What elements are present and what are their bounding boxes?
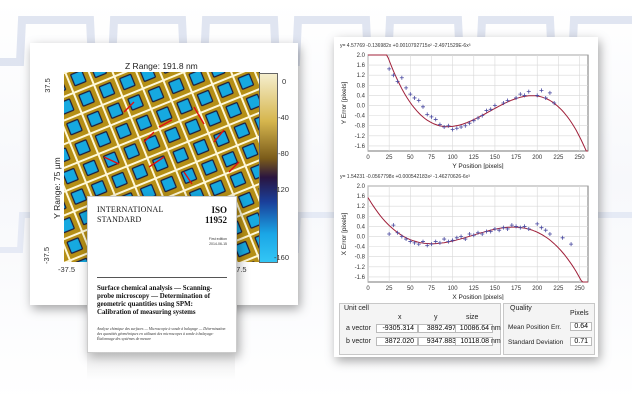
b-vector-unit: nm [491, 338, 501, 345]
y-axis-label: X Error [pixels] [341, 212, 348, 255]
iso-edition-line2: 2014-06-15 [209, 242, 227, 246]
iso-subtitle: Analyse chimique des surfaces — Microsco… [97, 327, 226, 341]
a-vector-size: 10086.64 [455, 324, 493, 333]
iso-edition-line1: First edition [208, 237, 227, 241]
x-tick-label: 0 [366, 286, 370, 292]
x-tick-label: 100 [448, 286, 459, 292]
x-tick-label: 250 [575, 286, 586, 292]
quality-col-pixels: Pixels [570, 310, 589, 317]
a-vector-x: -9305.314 [376, 324, 418, 333]
iso-divider [97, 277, 227, 278]
unit-cell-panel: Unit cell x y size a vector -9305.314 38… [339, 303, 501, 355]
x-tick-label: 175 [511, 286, 522, 292]
colorbar-tick-0: 0 [282, 77, 287, 86]
a-vector-unit: nm [491, 325, 501, 332]
y-tick-label: -1.6 [355, 275, 366, 281]
iso-header-left-1: INTERNATIONAL [97, 205, 164, 214]
unit-cell-title: Unit cell [344, 305, 369, 312]
x-tick-label: 100 [448, 155, 459, 161]
y-tick-label: -0.4 [355, 114, 366, 120]
calibration-results-card: y= 4.57769 -0.136982x +0.0010792715x² -2… [334, 37, 598, 357]
spm-colorbar [259, 73, 278, 263]
y-tick-label: 0.0 [357, 235, 366, 241]
quality-title: Quality [510, 305, 532, 312]
y-tick-label: 2.0 [357, 53, 366, 59]
y-tick-label: 0.8 [357, 214, 366, 220]
y-tick-label: 2.0 [357, 184, 366, 190]
colorbar-tick-1: -40 [278, 113, 289, 122]
y-tick-label: 1.2 [357, 73, 366, 79]
x-axis-label: X Position [pixels] [452, 294, 503, 300]
y-tick-label: -1.2 [355, 134, 366, 140]
x-tick-label: 200 [532, 155, 543, 161]
y-tick-label: 0.4 [357, 224, 366, 230]
y-tick-label: -0.8 [355, 124, 366, 130]
unit-cell-col-x: x [398, 314, 402, 321]
x-tick-label: 75 [428, 286, 435, 292]
x-tick-label: 25 [386, 155, 393, 161]
b-vector-y: 9347.883 [418, 337, 460, 346]
colorbar-tick-2: -80 [278, 149, 289, 158]
x-tick-label: 25 [386, 286, 393, 292]
y-tick-label: 1.6 [357, 63, 366, 69]
x-tick-label: 50 [407, 286, 414, 292]
y-tick-label: 0.4 [357, 93, 366, 99]
iso-label: ISO [211, 205, 227, 215]
a-vector-y: 3892.497 [418, 324, 460, 333]
mean-position-error-value: 0.64 [570, 322, 592, 331]
chart-title: y= 4.57769 -0.136982x +0.0010792715x² -2… [340, 43, 471, 49]
quality-panel: Quality Pixels Mean Position Err. 0.64 S… [503, 303, 595, 355]
colorbar-tick-4: -160 [274, 253, 290, 262]
x-error-chart: y= 1.54231 -0.0567798x +0.000542183x² -1… [340, 174, 589, 300]
x-tick-label: 0 [366, 155, 370, 161]
y-tick-label: -0.8 [355, 255, 366, 261]
standard-deviation-label: Standard Deviation [508, 339, 564, 346]
iso-header-left-2: STANDARD [97, 215, 142, 224]
y-axis-label: Y Error [pixels] [341, 82, 348, 125]
y-tick-label: -0.4 [355, 245, 366, 251]
x-tick-label: 125 [469, 155, 480, 161]
unit-cell-col-y: y [434, 314, 438, 321]
b-vector-label: b vector [346, 338, 371, 345]
x-tick-label: 75 [428, 155, 435, 161]
y-tick-label: -1.6 [355, 144, 366, 150]
x-tick-label: 200 [532, 286, 543, 292]
b-vector-x: 3872.020 [376, 337, 418, 346]
iso-document-reflection [87, 352, 235, 380]
y-tick-label: 1.2 [357, 204, 366, 210]
b-vector-size: 10118.08 [455, 337, 493, 346]
x-tick-label: 225 [553, 155, 564, 161]
x-tick-label: 150 [490, 155, 501, 161]
x-tick-label: 125 [469, 286, 480, 292]
x-tick-label: 150 [490, 286, 501, 292]
unit-cell-col-size: size [466, 314, 479, 321]
spm-y-tick-bottom: -37.5 [42, 246, 52, 265]
spm-y-tick-top: 37.5 [42, 78, 52, 93]
a-vector-label: a vector [346, 325, 371, 332]
iso-title: Surface chemical analysis — Scanning-pro… [97, 285, 213, 316]
spm-x-tick-left: -37.5 [58, 265, 76, 274]
mean-position-error-label: Mean Position Err. [508, 324, 562, 331]
y-tick-label: 0.8 [357, 83, 366, 89]
standard-deviation-value: 0.71 [570, 337, 592, 346]
iso-number: 11952 [204, 215, 227, 225]
y-tick-label: -1.2 [355, 265, 366, 271]
x-tick-label: 50 [407, 155, 414, 161]
y-tick-label: 0.0 [357, 104, 366, 110]
spm-y-axis-label: Y Range: 75 µm [52, 157, 62, 219]
chart-title: y= 1.54231 -0.0567798x +0.000542183x² -1… [340, 174, 470, 180]
x-tick-label: 250 [575, 155, 586, 161]
y-error-chart: y= 4.57769 -0.136982x +0.0010792715x² -2… [340, 43, 589, 169]
y-tick-label: 1.6 [357, 194, 366, 200]
x-tick-label: 225 [553, 286, 564, 292]
spm-image-title: Z Range: 191.8 nm [125, 61, 198, 71]
colorbar-tick-3: -120 [274, 185, 290, 194]
x-axis-label: Y Position [pixels] [452, 163, 503, 169]
iso-document-cover: INTERNATIONAL STANDARD ISO 11952 First e… [87, 196, 237, 353]
x-tick-label: 175 [511, 155, 522, 161]
